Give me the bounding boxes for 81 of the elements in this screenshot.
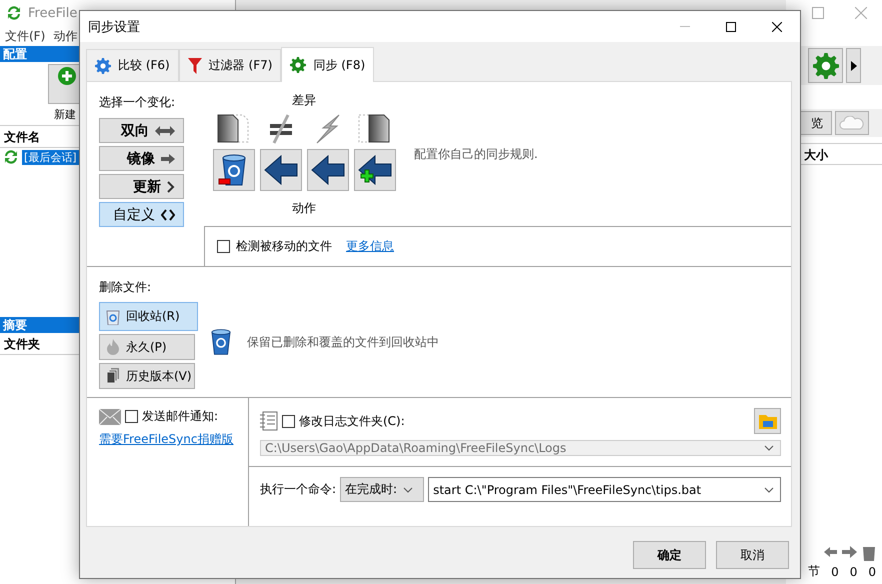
status-count: 0 (831, 564, 839, 578)
variant-button[interactable]: 自定义 (99, 202, 184, 227)
triangle-right-icon (850, 60, 856, 70)
cloud-icon (839, 116, 865, 130)
dropdown-caret-icon (764, 445, 774, 451)
section-label: 动作 (292, 200, 316, 217)
window-title: FreeFile (28, 6, 78, 20)
folder-icon (758, 413, 776, 429)
tab[interactable]: 过滤器 (F7) (178, 49, 282, 81)
checkbox-label: 发送邮件通知: (142, 408, 218, 425)
tab[interactable]: 比较 (F6) (86, 49, 179, 81)
browse-folder-button[interactable] (754, 408, 781, 434)
plus-icon (58, 67, 76, 85)
expand-button[interactable] (846, 48, 861, 83)
dropdown-caret-icon (403, 486, 414, 492)
not-equal-icon (268, 114, 294, 144)
flame-icon (106, 339, 120, 355)
angle-brackets-icon (161, 208, 175, 220)
action-button[interactable] (306, 148, 348, 191)
stacked-files-icon (106, 368, 120, 384)
right-arrow-icon (842, 545, 858, 559)
delete-option-button[interactable]: 回收站(R) (99, 302, 198, 331)
variant-button[interactable]: 双向 (99, 118, 184, 143)
left-file-icon (216, 112, 252, 145)
right-file-icon (356, 112, 392, 145)
menu-item[interactable]: 文件(F) (5, 28, 46, 44)
command-label: 执行一个命令: (260, 481, 336, 498)
session-item[interactable]: [最后会话] (22, 150, 79, 164)
close-icon (772, 22, 782, 32)
sync-arrows-icon (3, 149, 19, 165)
status-count: 0 (850, 564, 858, 578)
command-field[interactable]: start C:\"Program Files"\FreeFileSync\tips.bat (428, 477, 781, 502)
delete-option-button[interactable]: 历史版本(V) (99, 363, 195, 389)
delete-option-button[interactable]: 永久(P) (99, 334, 195, 360)
dropdown-caret-icon (764, 486, 774, 492)
checkbox-label: 检测被移动的文件 (236, 238, 332, 256)
right-arrow-icon (161, 154, 175, 164)
recycle-bin-icon (106, 308, 120, 324)
variant-button[interactable]: 镜像 (99, 146, 184, 171)
left-arrow-icon (264, 154, 298, 185)
button-label: 新建 (54, 107, 76, 122)
ok-button[interactable]: 确定 (633, 541, 706, 569)
delete-description: 保留已删除和覆盖的文件到回收站中 (247, 334, 439, 350)
left-arrow-icon (310, 154, 344, 185)
log-folder-field[interactable]: C:\Users\Gao\AppData\Roaming\FreeFileSync\Logs (260, 440, 781, 456)
minimize-icon (680, 26, 690, 27)
action-button[interactable] (260, 148, 302, 191)
lightning-icon (314, 114, 340, 144)
donation-link[interactable]: 需要FreeFileSync捐赠版 (99, 431, 234, 448)
checkbox-label: 修改日志文件夹(C): (299, 412, 405, 430)
section-label: 选择一个变化: (99, 94, 176, 111)
status-label: 节 (808, 563, 820, 580)
variant-button[interactable]: 更新 (99, 174, 184, 199)
dialog-title: 同步设置 (88, 18, 141, 36)
settings-button[interactable] (808, 48, 843, 83)
checkbox[interactable] (282, 414, 295, 428)
action-button[interactable] (354, 148, 396, 191)
tab[interactable]: 同步 (F8) (281, 47, 374, 82)
maximize-icon (726, 22, 736, 32)
left-arrow-plus-icon (358, 154, 392, 185)
double-arrow-icon (155, 126, 175, 136)
gear-icon (812, 52, 838, 78)
variant-description: 配置你自己的同步规则. (414, 146, 538, 163)
menu-item[interactable]: 动作 (53, 28, 78, 44)
gear-icon (95, 58, 111, 74)
section-label: 删除文件: (99, 279, 152, 296)
sync-arrows-icon (6, 5, 22, 21)
trash-icon (862, 545, 876, 561)
funnel-icon (188, 58, 202, 74)
checkbox[interactable] (217, 240, 230, 254)
section-label: 差异 (292, 92, 316, 109)
status-count: 0 (868, 564, 876, 578)
notebook-icon (260, 411, 278, 431)
checkbox[interactable] (125, 410, 138, 423)
envelope-icon (99, 408, 121, 424)
when-dropdown[interactable]: 在完成时: (340, 477, 424, 502)
more-info-link[interactable]: 更多信息 (346, 238, 394, 256)
action-button[interactable] (212, 148, 254, 191)
chevron-right-icon (167, 180, 175, 192)
gear-icon (290, 57, 306, 73)
cancel-button[interactable]: 取消 (716, 541, 789, 569)
